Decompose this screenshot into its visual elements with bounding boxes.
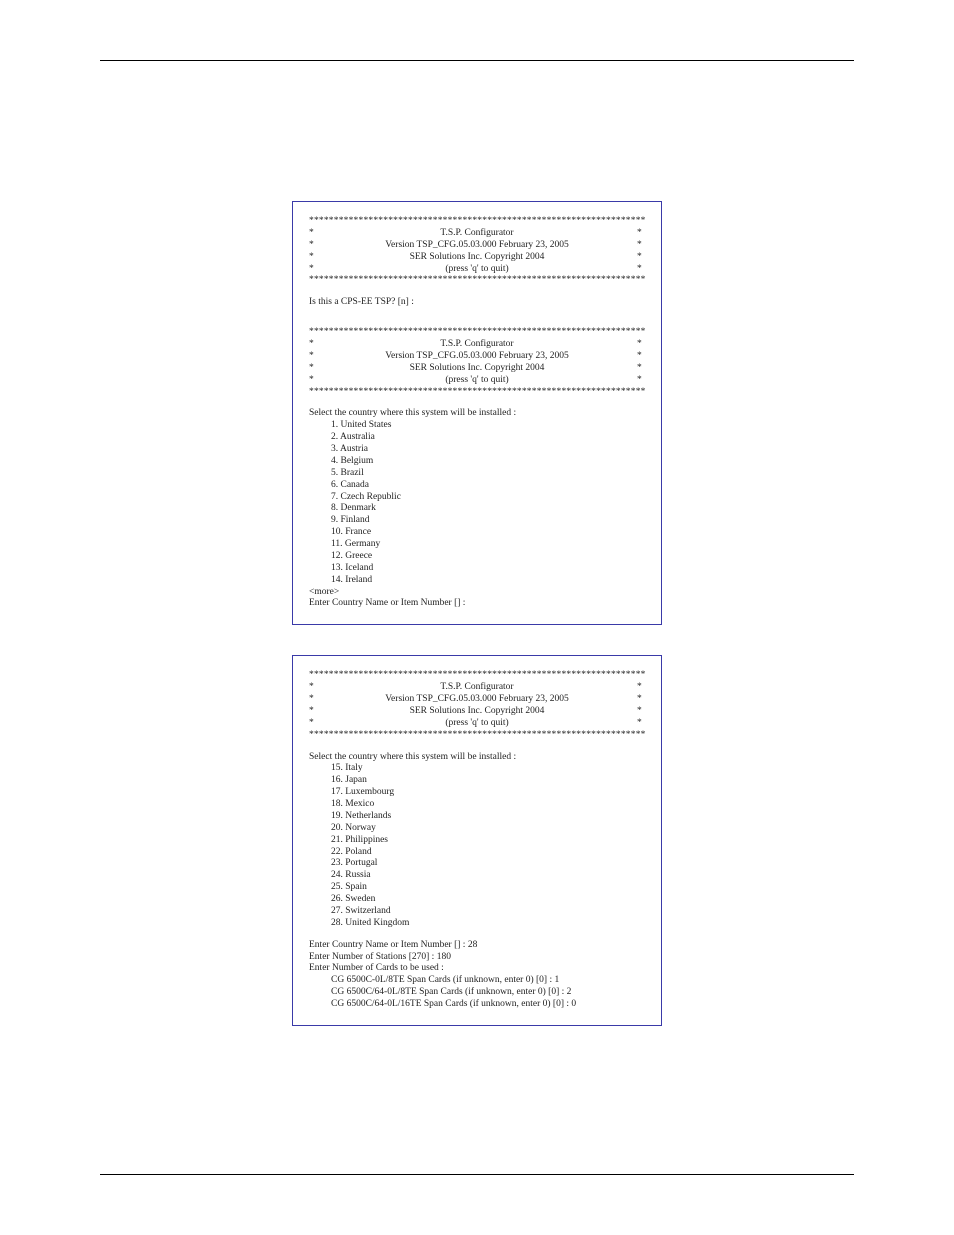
star-line: ****************************************… [309, 387, 645, 399]
list-item: 10. France [309, 527, 645, 539]
list-item: 1. United States [309, 420, 645, 432]
select-country-title: Select the country where this system wil… [309, 752, 645, 764]
banner-row: * (press 'q' to quit) * [309, 718, 645, 730]
list-item: 8. Denmark [309, 503, 645, 515]
list-item: 3. Austria [309, 444, 645, 456]
list-item: 16. Japan [309, 775, 645, 787]
list-item: 25. Spain [309, 882, 645, 894]
country-list-2: 15. Italy16. Japan17. Luxembourg18. Mexi… [309, 763, 645, 929]
banner-title: T.S.P. Configurator [317, 228, 637, 240]
enter-country-answer: Enter Country Name or Item Number [] : 2… [309, 940, 645, 952]
banner-row: * SER Solutions Inc. Copyright 2004 * [309, 706, 645, 718]
list-item: 6. Canada [309, 480, 645, 492]
list-item: 18. Mexico [309, 799, 645, 811]
list-item: 7. Czech Republic [309, 492, 645, 504]
banner-title: T.S.P. Configurator [317, 682, 637, 694]
list-item: 28. United Kingdom [309, 918, 645, 930]
list-item: 21. Philippines [309, 835, 645, 847]
banner-quit-hint: (press 'q' to quit) [317, 264, 637, 276]
banner-version: Version TSP_CFG.05.03.000 February 23, 2… [317, 694, 637, 706]
list-item: 2. Australia [309, 432, 645, 444]
list-item: 5. Brazil [309, 468, 645, 480]
terminal-box-2: ****************************************… [292, 655, 662, 1026]
star-line: ****************************************… [309, 216, 645, 228]
star-line: ****************************************… [309, 275, 645, 287]
banner-row: * T.S.P. Configurator * [309, 228, 645, 240]
list-item: 22. Poland [309, 847, 645, 859]
enter-cards-header: Enter Number of Cards to be used : [309, 963, 645, 975]
star-line: ****************************************… [309, 670, 645, 682]
banner-row: * Version TSP_CFG.05.03.000 February 23,… [309, 351, 645, 363]
select-country-title: Select the country where this system wil… [309, 408, 645, 420]
list-item: CG 6500C-0L/8TE Span Cards (if unknown, … [309, 975, 645, 987]
star-line: ****************************************… [309, 730, 645, 742]
terminal-box-1: ****************************************… [292, 201, 662, 625]
banner-row: * (press 'q' to quit) * [309, 264, 645, 276]
list-item: 9. Finland [309, 515, 645, 527]
prompt-cps-ee: Is this a CPS-EE TSP? [n] : [309, 297, 645, 309]
list-item: 12. Greece [309, 551, 645, 563]
list-item: CG 6500C/64-0L/16TE Span Cards (if unkno… [309, 999, 645, 1011]
list-item: 14. Ireland [309, 575, 645, 587]
top-horizontal-rule [100, 60, 854, 61]
list-item: 23. Portugal [309, 858, 645, 870]
banner-quit-hint: (press 'q' to quit) [317, 375, 637, 387]
list-item: 15. Italy [309, 763, 645, 775]
list-item: 27. Switzerland [309, 906, 645, 918]
banner-copyright: SER Solutions Inc. Copyright 2004 [317, 252, 637, 264]
star-right: * [637, 228, 645, 240]
banner-row: * Version TSP_CFG.05.03.000 February 23,… [309, 694, 645, 706]
banner-row: * Version TSP_CFG.05.03.000 February 23,… [309, 240, 645, 252]
enter-stations-answer: Enter Number of Stations [270] : 180 [309, 952, 645, 964]
list-item: 4. Belgium [309, 456, 645, 468]
banner-row: * T.S.P. Configurator * [309, 682, 645, 694]
banner-version: Version TSP_CFG.05.03.000 February 23, 2… [317, 240, 637, 252]
banner-row: * SER Solutions Inc. Copyright 2004 * [309, 363, 645, 375]
banner-row: * (press 'q' to quit) * [309, 375, 645, 387]
list-item: 13. Iceland [309, 563, 645, 575]
banner-version: Version TSP_CFG.05.03.000 February 23, 2… [317, 351, 637, 363]
more-indicator: <more> [309, 587, 645, 599]
bottom-horizontal-rule [100, 1174, 854, 1175]
banner-row: * SER Solutions Inc. Copyright 2004 * [309, 252, 645, 264]
enter-country-prompt: Enter Country Name or Item Number [] : [309, 598, 645, 610]
list-item: 24. Russia [309, 870, 645, 882]
list-item: 19. Netherlands [309, 811, 645, 823]
list-item: 11. Germany [309, 539, 645, 551]
banner-row: * T.S.P. Configurator * [309, 339, 645, 351]
list-item: CG 6500C/64-0L/8TE Span Cards (if unknow… [309, 987, 645, 999]
star-left: * [309, 228, 317, 240]
list-item: 17. Luxembourg [309, 787, 645, 799]
banner-copyright: SER Solutions Inc. Copyright 2004 [317, 363, 637, 375]
banner-copyright: SER Solutions Inc. Copyright 2004 [317, 706, 637, 718]
list-item: 26. Sweden [309, 894, 645, 906]
banner-title: T.S.P. Configurator [317, 339, 637, 351]
country-list-1: 1. United States2. Australia3. Austria4.… [309, 420, 645, 586]
star-line: ****************************************… [309, 327, 645, 339]
cards-list: CG 6500C-0L/8TE Span Cards (if unknown, … [309, 975, 645, 1011]
list-item: 20. Norway [309, 823, 645, 835]
document-page: ****************************************… [0, 0, 954, 1235]
banner-quit-hint: (press 'q' to quit) [317, 718, 637, 730]
